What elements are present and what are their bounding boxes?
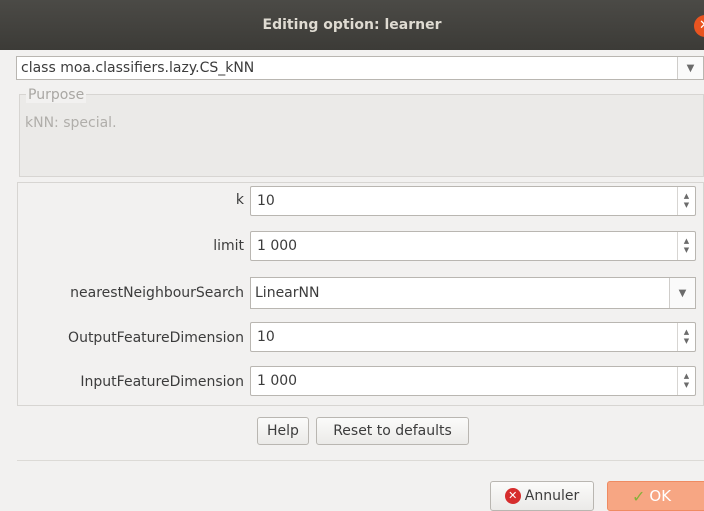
option-label-output-feature-dimension: OutputFeatureDimension [68, 330, 244, 346]
ok-button[interactable]: ✓ OK [607, 481, 704, 511]
class-selector-value: class moa.classifiers.lazy.CS_kNN [21, 60, 255, 76]
nearest-neighbour-search-value: LinearNN [255, 285, 320, 301]
input-feature-dimension-value: 1 000 [257, 373, 298, 389]
limit-spinner[interactable]: 1 000 ▲ ▼ [250, 231, 696, 261]
option-label-input-feature-dimension: InputFeatureDimension [80, 374, 244, 390]
cancel-button[interactable]: ✕ Annuler [490, 481, 594, 511]
separator [17, 460, 704, 461]
close-icon[interactable]: ✕ [694, 15, 704, 37]
k-spinner[interactable]: 10 ▲ ▼ [250, 186, 696, 216]
option-label-k: k [235, 192, 244, 208]
limit-value: 1 000 [257, 238, 298, 254]
spinner-arrows-icon[interactable]: ▲ ▼ [677, 367, 695, 395]
checkmark-icon: ✓ [632, 486, 646, 506]
ok-label: OK [649, 487, 672, 505]
spinner-arrows-icon[interactable]: ▲ ▼ [677, 323, 695, 351]
nearest-neighbour-search-dropdown[interactable]: LinearNN ▼ [250, 277, 696, 309]
purpose-group [19, 94, 704, 177]
title-bar: Editing option: learner ✕ [0, 0, 704, 50]
option-label-limit: limit [213, 238, 244, 254]
input-feature-dimension-spinner[interactable]: 1 000 ▲ ▼ [250, 366, 696, 396]
window-title: Editing option: learner [262, 17, 442, 33]
purpose-legend: Purpose [26, 87, 87, 103]
reset-to-defaults-button[interactable]: Reset to defaults [316, 417, 469, 445]
chevron-down-icon[interactable]: ▼ [669, 278, 695, 308]
spinner-arrows-icon[interactable]: ▲ ▼ [677, 232, 695, 260]
cancel-icon: ✕ [504, 488, 521, 504]
output-feature-dimension-value: 10 [257, 329, 275, 345]
spinner-arrows-icon[interactable]: ▲ ▼ [677, 187, 695, 215]
cancel-label: Annuler [524, 488, 580, 504]
purpose-text: kNN: special. [25, 115, 117, 131]
option-label-nearest-neighbour-search: nearestNeighbourSearch [70, 285, 244, 301]
chevron-down-icon[interactable]: ▼ [677, 57, 703, 79]
output-feature-dimension-spinner[interactable]: 10 ▲ ▼ [250, 322, 696, 352]
class-selector-dropdown[interactable]: class moa.classifiers.lazy.CS_kNN ▼ [16, 56, 704, 80]
help-button[interactable]: Help [257, 417, 309, 445]
k-value: 10 [257, 193, 275, 209]
